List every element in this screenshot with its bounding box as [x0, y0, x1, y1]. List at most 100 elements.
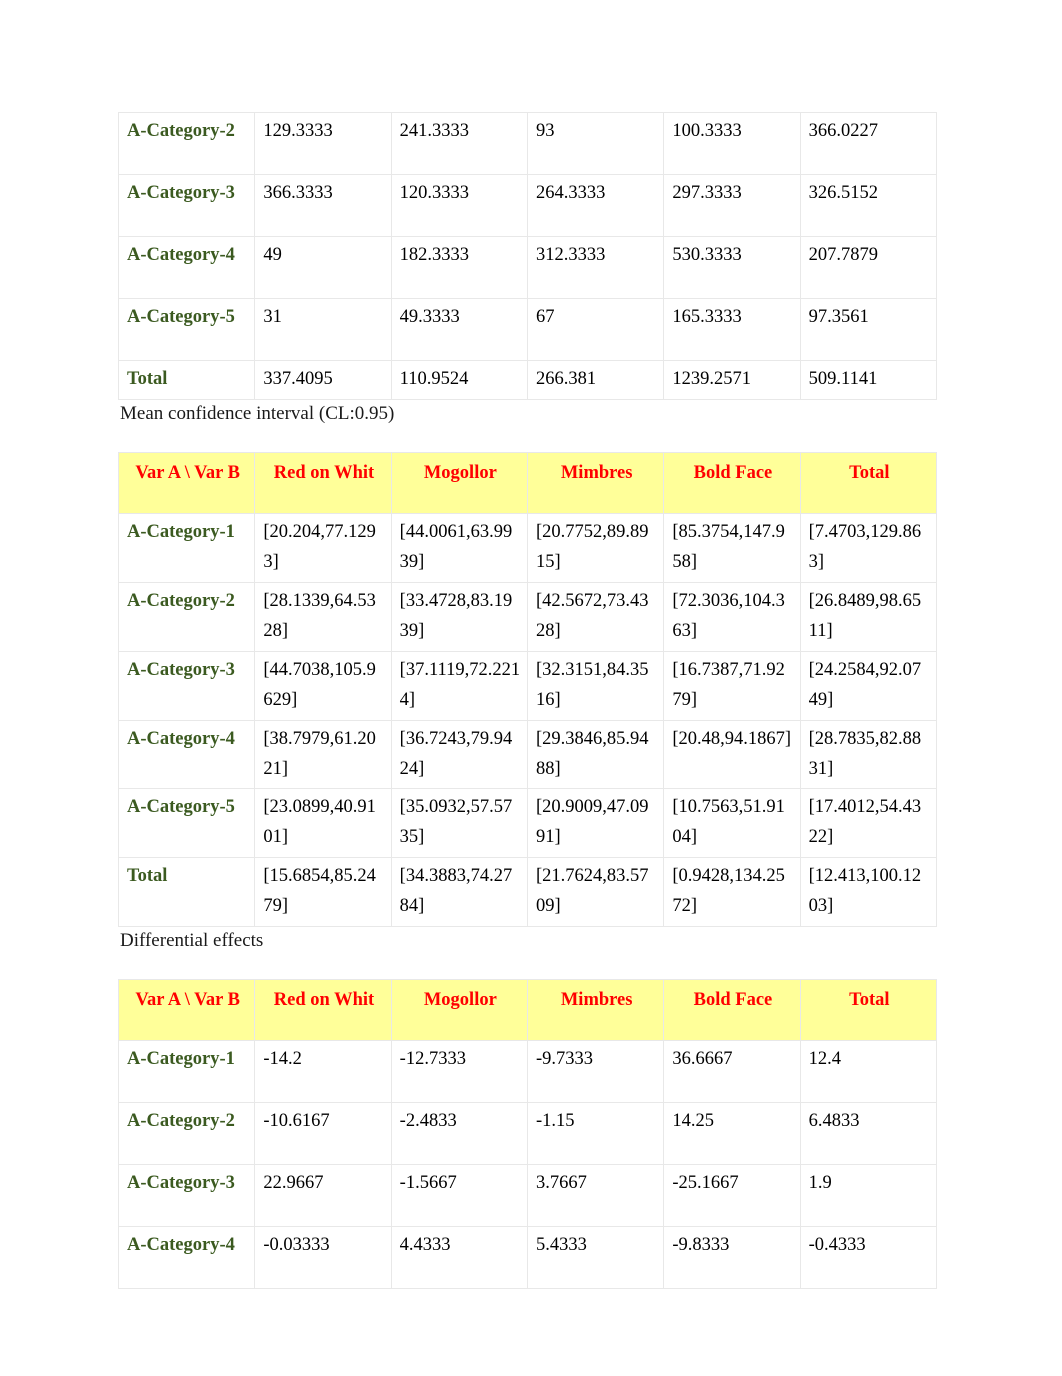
cell-value: 12.4 [799, 1040, 937, 1104]
document-page: A-Category-2 129.3333 241.3333 93 100.33… [0, 0, 1062, 1376]
column-header-bold-face: Bold Face [663, 451, 801, 514]
cell-value: -0.03333 [254, 1226, 392, 1290]
cell-value: 5.4333 [526, 1226, 665, 1290]
cell-value: -0.4333 [799, 1226, 937, 1290]
column-header-red-on-whit: Red on Whit [254, 451, 392, 514]
cell-value: -9.7333 [526, 1040, 665, 1104]
cell-value: 31 [254, 298, 392, 361]
cell-value: 6.4833 [799, 1102, 937, 1166]
cell-value: [26.8489,98.6511] [799, 581, 937, 652]
cell-value: 93 [526, 112, 665, 175]
cell-value: [37.1119,72.2214] [390, 650, 528, 721]
table-header-row: Var A \ Var B Red on Whit Mogollor Mimbr… [117, 979, 937, 1042]
row-label: A-Category-3 [117, 174, 256, 237]
column-header-mimbres: Mimbres [526, 451, 665, 514]
table-header-row: Var A \ Var B Red on Whit Mogollor Mimbr… [117, 451, 937, 514]
cell-value: [38.7979,61.2021] [254, 719, 392, 790]
table-row: A-Category-5 [23.0899,40.9101] [35.0932,… [117, 788, 937, 859]
row-label: A-Category-5 [117, 298, 256, 361]
cell-value: [12.413,100.1203] [799, 857, 937, 928]
cell-value: -14.2 [254, 1040, 392, 1104]
table-row: A-Category-4 -0.03333 4.4333 5.4333 -9.8… [117, 1226, 937, 1290]
cell-value: [44.0061,63.9939] [390, 512, 528, 583]
cell-value: [23.0899,40.9101] [254, 788, 392, 859]
cell-value: [42.5672,73.4328] [526, 581, 665, 652]
cell-value: 1239.2571 [663, 360, 801, 400]
cell-value: [0.9428,134.2572] [663, 857, 801, 928]
cell-value: -25.1667 [663, 1164, 801, 1228]
column-header-mimbres: Mimbres [526, 979, 665, 1042]
column-header-bold-face: Bold Face [663, 979, 801, 1042]
row-label: A-Category-2 [117, 112, 256, 175]
row-label: A-Category-3 [117, 650, 256, 721]
cell-value: 182.3333 [390, 236, 528, 299]
cell-value: 49 [254, 236, 392, 299]
cell-value: 312.3333 [526, 236, 665, 299]
cell-value: 120.3333 [390, 174, 528, 237]
column-header-mogollor: Mogollor [390, 451, 528, 514]
cell-value: 530.3333 [663, 236, 801, 299]
table-row: A-Category-1 -14.2 -12.7333 -9.7333 36.6… [117, 1040, 937, 1104]
cell-value: [17.4012,54.4322] [799, 788, 937, 859]
cell-value: -9.8333 [663, 1226, 801, 1290]
column-header-total: Total [799, 979, 937, 1042]
cell-value: [85.3754,147.958] [663, 512, 801, 583]
row-label-total: Total [117, 857, 256, 928]
cell-value: [44.7038,105.9629] [254, 650, 392, 721]
cell-value: [28.7835,82.8831] [799, 719, 937, 790]
table-row: A-Category-1 [20.204,77.1293] [44.0061,6… [117, 512, 937, 583]
table-row: A-Category-2 -10.6167 -2.4833 -1.15 14.2… [117, 1102, 937, 1166]
cell-value: 97.3561 [799, 298, 937, 361]
differential-effects-table: Var A \ Var B Red on Whit Mogollor Mimbr… [117, 979, 937, 1290]
mean-confidence-interval-table: Var A \ Var B Red on Whit Mogollor Mimbr… [117, 451, 937, 928]
column-header-var-a-var-b: Var A \ Var B [117, 451, 256, 514]
table-row: A-Category-3 22.9667 -1.5667 3.7667 -25.… [117, 1164, 937, 1228]
table-row: A-Category-2 129.3333 241.3333 93 100.33… [117, 112, 937, 175]
cell-value: 165.3333 [663, 298, 801, 361]
table-row-total: Total 337.4095 110.9524 266.381 1239.257… [117, 360, 937, 400]
cell-value: 366.0227 [799, 112, 937, 175]
cell-value: 22.9667 [254, 1164, 392, 1228]
cell-value: [20.7752,89.8915] [526, 512, 665, 583]
cell-value: [34.3883,74.2784] [390, 857, 528, 928]
row-label: A-Category-3 [117, 1164, 256, 1228]
cell-value: 266.381 [526, 360, 665, 400]
table-row: A-Category-3 366.3333 120.3333 264.3333 … [117, 174, 937, 237]
caption-mean-confidence-interval: Mean confidence interval (CL:0.95) [120, 402, 395, 424]
cell-value: 14.25 [663, 1102, 801, 1166]
cell-value: [20.48,94.1867] [663, 719, 801, 790]
row-label: A-Category-2 [117, 581, 256, 652]
cell-value: 326.5152 [799, 174, 937, 237]
cell-value: 67 [526, 298, 665, 361]
cell-value: 4.4333 [390, 1226, 528, 1290]
cell-value: [20.204,77.1293] [254, 512, 392, 583]
cell-value: 129.3333 [254, 112, 392, 175]
row-label: A-Category-1 [117, 512, 256, 583]
cell-value: 100.3333 [663, 112, 801, 175]
differential-effects-table-body: A-Category-1 -14.2 -12.7333 -9.7333 36.6… [117, 1040, 937, 1290]
cell-value: [33.4728,83.1939] [390, 581, 528, 652]
caption-differential-effects: Differential effects [120, 930, 264, 952]
mean-confidence-interval-table-head: Var A \ Var B Red on Whit Mogollor Mimbr… [117, 451, 937, 514]
cell-value: 264.3333 [526, 174, 665, 237]
table-row-total: Total [15.6854,85.2479] [34.3883,74.2784… [117, 857, 937, 928]
cell-value: [7.4703,129.863] [799, 512, 937, 583]
row-label: A-Category-4 [117, 1226, 256, 1290]
column-header-total: Total [799, 451, 937, 514]
cell-value: [29.3846,85.9488] [526, 719, 665, 790]
row-label: A-Category-2 [117, 1102, 256, 1166]
cell-value: [32.3151,84.3516] [526, 650, 665, 721]
row-label: A-Category-4 [117, 719, 256, 790]
column-header-var-a-var-b: Var A \ Var B [117, 979, 256, 1042]
cell-value: -2.4833 [390, 1102, 528, 1166]
cell-value: -10.6167 [254, 1102, 392, 1166]
cell-means-table: A-Category-2 129.3333 241.3333 93 100.33… [117, 112, 937, 400]
row-label-total: Total [117, 360, 256, 400]
column-header-red-on-whit: Red on Whit [254, 979, 392, 1042]
column-header-mogollor: Mogollor [390, 979, 528, 1042]
cell-value: 1.9 [799, 1164, 937, 1228]
cell-value: 3.7667 [526, 1164, 665, 1228]
table-row: A-Category-2 [28.1339,64.5328] [33.4728,… [117, 581, 937, 652]
cell-value: [72.3036,104.363] [663, 581, 801, 652]
